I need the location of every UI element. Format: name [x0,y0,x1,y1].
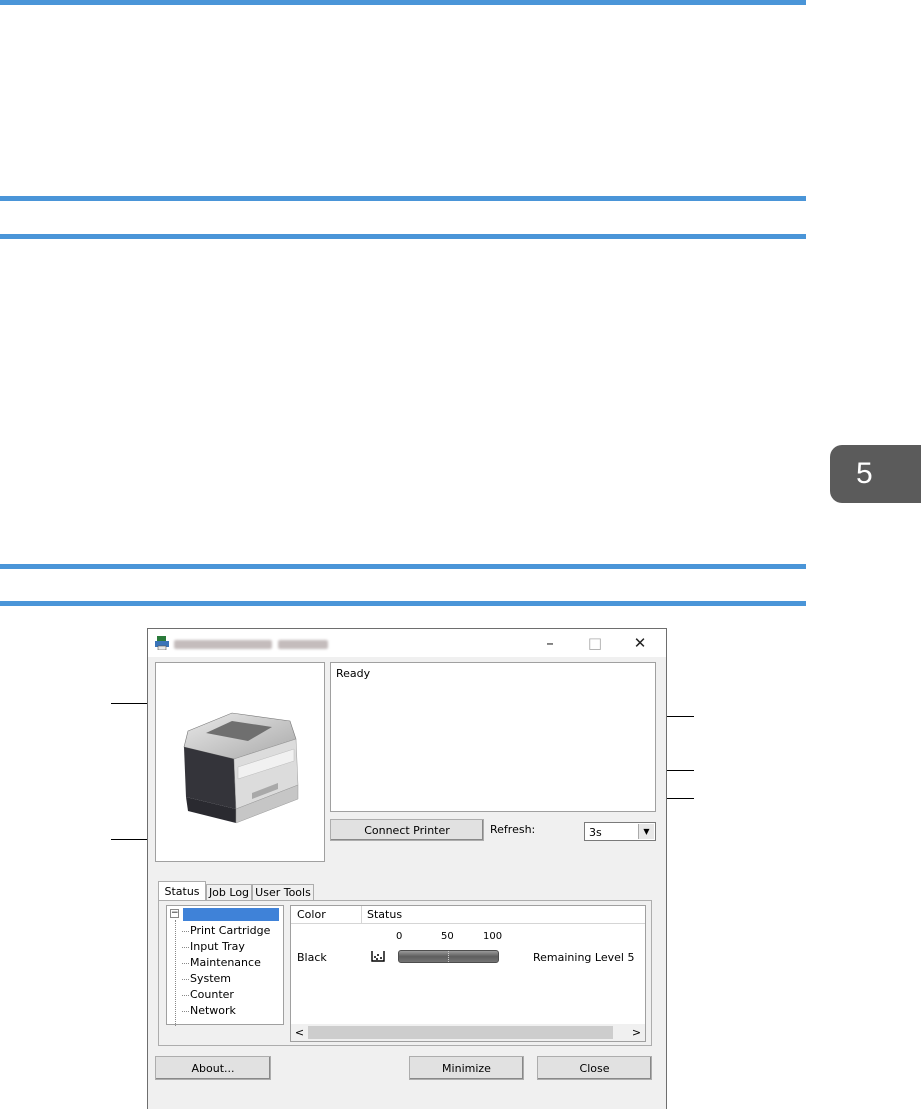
printer-status-dialog: – □ ✕ Ready Connect Printer Refresh: 3s … [147,628,667,1109]
refresh-interval-select[interactable]: 3s ▼ [584,822,656,841]
printer-image [183,712,299,824]
tree-item-maintenance[interactable]: Maintenance [182,956,261,969]
minimize-button[interactable]: Minimize [409,1056,524,1080]
tab-status[interactable]: Status [158,881,206,901]
title-bar: – □ ✕ [148,629,666,657]
connect-printer-button[interactable]: Connect Printer [330,819,484,841]
column-header-status[interactable]: Status [367,908,402,921]
chevron-down-icon[interactable]: ▼ [638,824,654,839]
chapter-tab: 5 [830,445,921,503]
window-title-redacted [278,640,328,649]
tree-item-print-cartridge[interactable]: Print Cartridge [181,924,270,937]
scale-label-0: 0 [396,931,403,942]
scroll-right-icon[interactable]: > [628,1024,645,1041]
tree-item-network[interactable]: Network [182,1004,236,1017]
section-rule [0,564,806,569]
tab-job-log[interactable]: Job Log [206,884,252,900]
section-rule [0,0,806,5]
printer-app-icon [155,636,169,650]
chapter-number: 5 [856,457,873,490]
column-divider [361,906,362,923]
tree-item-input-tray[interactable]: Input Tray [182,940,245,953]
section-rule [0,601,806,606]
close-window-button[interactable]: ✕ [625,633,655,653]
column-header-color[interactable]: Color [297,908,326,921]
tree-connector [175,920,176,1026]
toner-level-gauge [398,950,499,963]
status-message: Ready [336,667,371,680]
scrollbar-thumb[interactable] [308,1026,613,1039]
window-title-redacted [174,640,272,649]
tab-user-tools[interactable]: User Tools [252,884,314,900]
minimize-window-button[interactable]: – [535,633,565,653]
printer-image-pane [155,662,325,862]
toner-icon [371,951,385,962]
remaining-level: Remaining Level 5 [533,951,635,964]
row-color-black: Black [297,951,327,964]
close-button[interactable]: Close [537,1056,652,1080]
list-header: Color Status [291,906,645,924]
gauge-midpoint-tick [448,951,449,962]
status-list: Color Status 0 50 100 Black Remaining Le… [290,905,646,1042]
status-tab-panel: − Print Cartridge Input Tray Maintenance… [158,900,652,1046]
scale-label-100: 100 [483,931,503,942]
section-rule [0,234,806,239]
tree-item-counter[interactable]: Counter [182,988,234,1001]
section-rule [0,196,806,201]
horizontal-scrollbar[interactable]: < > [291,1024,645,1041]
status-message-pane: Ready [330,662,656,812]
refresh-interval-value: 3s [589,826,602,839]
tree-root-selected[interactable] [183,908,279,921]
scroll-left-icon[interactable]: < [291,1024,308,1041]
about-button[interactable]: About... [155,1056,271,1080]
tree-item-system[interactable]: System [181,972,231,985]
tree-collapse-toggle[interactable]: − [170,909,179,918]
refresh-label: Refresh: [490,823,536,836]
scale-label-50: 50 [441,931,454,942]
status-tree: − Print Cartridge Input Tray Maintenance… [166,905,284,1026]
maximize-window-button[interactable]: □ [580,633,610,653]
